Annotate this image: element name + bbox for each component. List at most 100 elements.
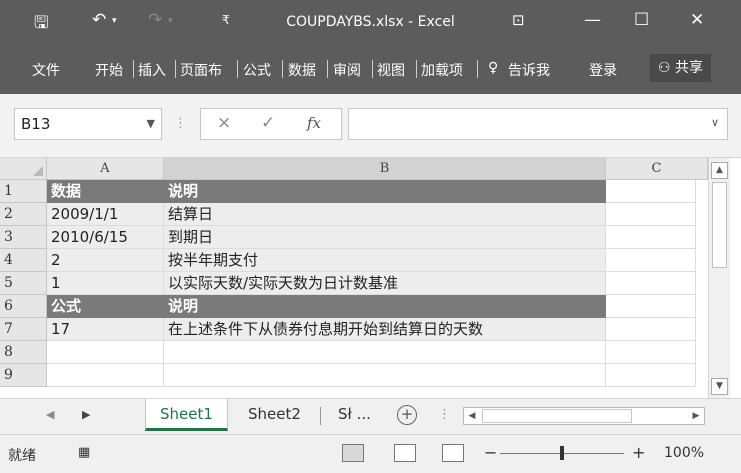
row-header[interactable]: 9: [0, 364, 47, 387]
cell-b2[interactable]: 结算日: [164, 203, 606, 226]
tab-formulas[interactable]: 公式: [243, 60, 271, 80]
tab-divider: [237, 60, 238, 78]
zoom-slider-thumb[interactable]: [560, 446, 564, 460]
row-header[interactable]: 1: [0, 180, 47, 203]
table-row: 9: [0, 364, 708, 387]
tab-view[interactable]: 视图: [377, 60, 405, 80]
zoom-level[interactable]: 100%: [664, 445, 704, 461]
cell-c2[interactable]: [606, 203, 696, 226]
vertical-scroll-thumb[interactable]: [712, 182, 727, 268]
cell-c9[interactable]: [606, 364, 696, 387]
sheet-tab-divider: [320, 407, 321, 425]
insert-function-icon[interactable]: fx: [307, 114, 321, 132]
name-box[interactable]: B13 ▼: [14, 108, 162, 140]
cell-a2[interactable]: 2009/1/1: [47, 203, 164, 226]
cell-a5[interactable]: 1: [47, 272, 164, 295]
close-icon[interactable]: ✕: [690, 10, 704, 30]
title-bar: 🖫 ↶ ▾ ↷ ▾ ₹ COUPDAYBS.xlsx - Excel ⊡ — ☐…: [0, 0, 741, 44]
cell-a6[interactable]: 公式: [47, 295, 164, 318]
tab-divider: [477, 60, 478, 78]
macro-record-icon[interactable]: ▦: [78, 445, 90, 460]
cell-c3[interactable]: [606, 226, 696, 249]
share-button[interactable]: ⚇ 共享: [649, 54, 711, 82]
column-header-a[interactable]: A: [47, 158, 164, 180]
scroll-down-icon[interactable]: ▼: [711, 378, 728, 395]
column-header-c[interactable]: C: [606, 158, 708, 180]
tab-insert[interactable]: 插入: [138, 60, 166, 80]
sheet-next-icon[interactable]: ▶: [82, 408, 90, 421]
table-row: 6 公式 说明: [0, 295, 708, 318]
tell-me-search[interactable]: 告诉我: [508, 60, 550, 80]
table-row: 1 数据 说明: [0, 180, 708, 203]
cell-a3[interactable]: 2010/6/15: [47, 226, 164, 249]
scroll-up-icon[interactable]: ▲: [711, 162, 728, 179]
cell-c5[interactable]: [606, 272, 696, 295]
row-header[interactable]: 8: [0, 341, 47, 364]
cell-b4[interactable]: 按半年期支付: [164, 249, 606, 272]
tab-data[interactable]: 数据: [288, 60, 316, 80]
cell-b8[interactable]: [164, 341, 606, 364]
horizontal-scroll-thumb[interactable]: [482, 409, 632, 423]
zoom-in-icon[interactable]: +: [632, 443, 645, 462]
page-layout-view-icon[interactable]: [394, 444, 416, 462]
login-link[interactable]: 登录: [589, 60, 617, 80]
page-break-view-icon[interactable]: [442, 444, 464, 462]
spreadsheet-grid: A B C 1 数据 说明 2 2009/1/1 结算日 3 2010/6/15…: [0, 158, 708, 398]
tab-addins[interactable]: 加载项: [421, 60, 463, 80]
cell-a7[interactable]: 17: [47, 318, 164, 341]
minimize-icon[interactable]: —: [584, 10, 601, 30]
scroll-split-grip-icon[interactable]: ⋮: [438, 407, 451, 422]
tab-file[interactable]: 文件: [32, 60, 60, 80]
tab-review[interactable]: 审阅: [333, 60, 361, 80]
add-sheet-icon[interactable]: +: [397, 405, 417, 425]
cell-c6[interactable]: [606, 295, 696, 318]
row-header[interactable]: 2: [0, 203, 47, 226]
cell-a8[interactable]: [47, 341, 164, 364]
cell-b6[interactable]: 说明: [164, 295, 606, 318]
formula-input[interactable]: ∨: [348, 108, 728, 140]
cell-a4[interactable]: 2: [47, 249, 164, 272]
tab-page-layout[interactable]: 页面布: [180, 60, 222, 80]
table-row: 8: [0, 341, 708, 364]
window-title: COUPDAYBS.xlsx - Excel: [286, 14, 455, 30]
formula-buttons: × ✓ fx: [200, 108, 342, 140]
row-header[interactable]: 7: [0, 318, 47, 341]
row-header[interactable]: 5: [0, 272, 47, 295]
cell-b5[interactable]: 以实际天数/实际天数为日计数基准: [164, 272, 606, 295]
scroll-left-icon[interactable]: ◀: [464, 408, 480, 424]
cell-a9[interactable]: [47, 364, 164, 387]
tab-divider: [133, 60, 134, 78]
select-all-button[interactable]: [0, 158, 47, 180]
normal-view-icon[interactable]: [342, 444, 364, 462]
sheet-prev-icon[interactable]: ◀: [46, 408, 54, 421]
column-header-b[interactable]: B: [164, 158, 606, 180]
expand-formula-bar-icon[interactable]: ∨: [711, 116, 719, 129]
cell-c1[interactable]: [606, 180, 696, 203]
sheet-tab-sheet2[interactable]: Sheet2: [234, 399, 315, 431]
enter-icon[interactable]: ✓: [261, 113, 275, 133]
cell-c7[interactable]: [606, 318, 696, 341]
table-row: 5 1 以实际天数/实际天数为日计数基准: [0, 272, 708, 295]
scroll-right-icon[interactable]: ▶: [688, 408, 704, 424]
cell-b1[interactable]: 说明: [164, 180, 606, 203]
cell-a1[interactable]: 数据: [47, 180, 164, 203]
row-header[interactable]: 3: [0, 226, 47, 249]
tab-home[interactable]: 开始: [95, 60, 123, 80]
maximize-icon[interactable]: ☐: [634, 10, 649, 30]
cancel-icon[interactable]: ×: [217, 113, 231, 133]
row-header[interactable]: 6: [0, 295, 47, 318]
chevron-down-icon[interactable]: ▼: [147, 109, 155, 139]
cell-b9[interactable]: [164, 364, 606, 387]
cell-b3[interactable]: 到期日: [164, 226, 606, 249]
cell-c4[interactable]: [606, 249, 696, 272]
cell-b7[interactable]: 在上述条件下从债券付息期开始到结算日的天数: [164, 318, 606, 341]
zoom-out-icon[interactable]: −: [484, 443, 497, 462]
status-mode: 就绪: [8, 448, 36, 464]
horizontal-scrollbar[interactable]: ◀ ▶: [463, 407, 705, 425]
ribbon-display-icon[interactable]: ⊡: [512, 11, 525, 29]
sheet-tab-more[interactable]: Sł ...: [324, 399, 385, 431]
row-header[interactable]: 4: [0, 249, 47, 272]
vertical-scrollbar[interactable]: ▲ ▼: [708, 158, 730, 398]
sheet-tab-sheet1[interactable]: Sheet1: [145, 399, 228, 431]
cell-c8[interactable]: [606, 341, 696, 364]
